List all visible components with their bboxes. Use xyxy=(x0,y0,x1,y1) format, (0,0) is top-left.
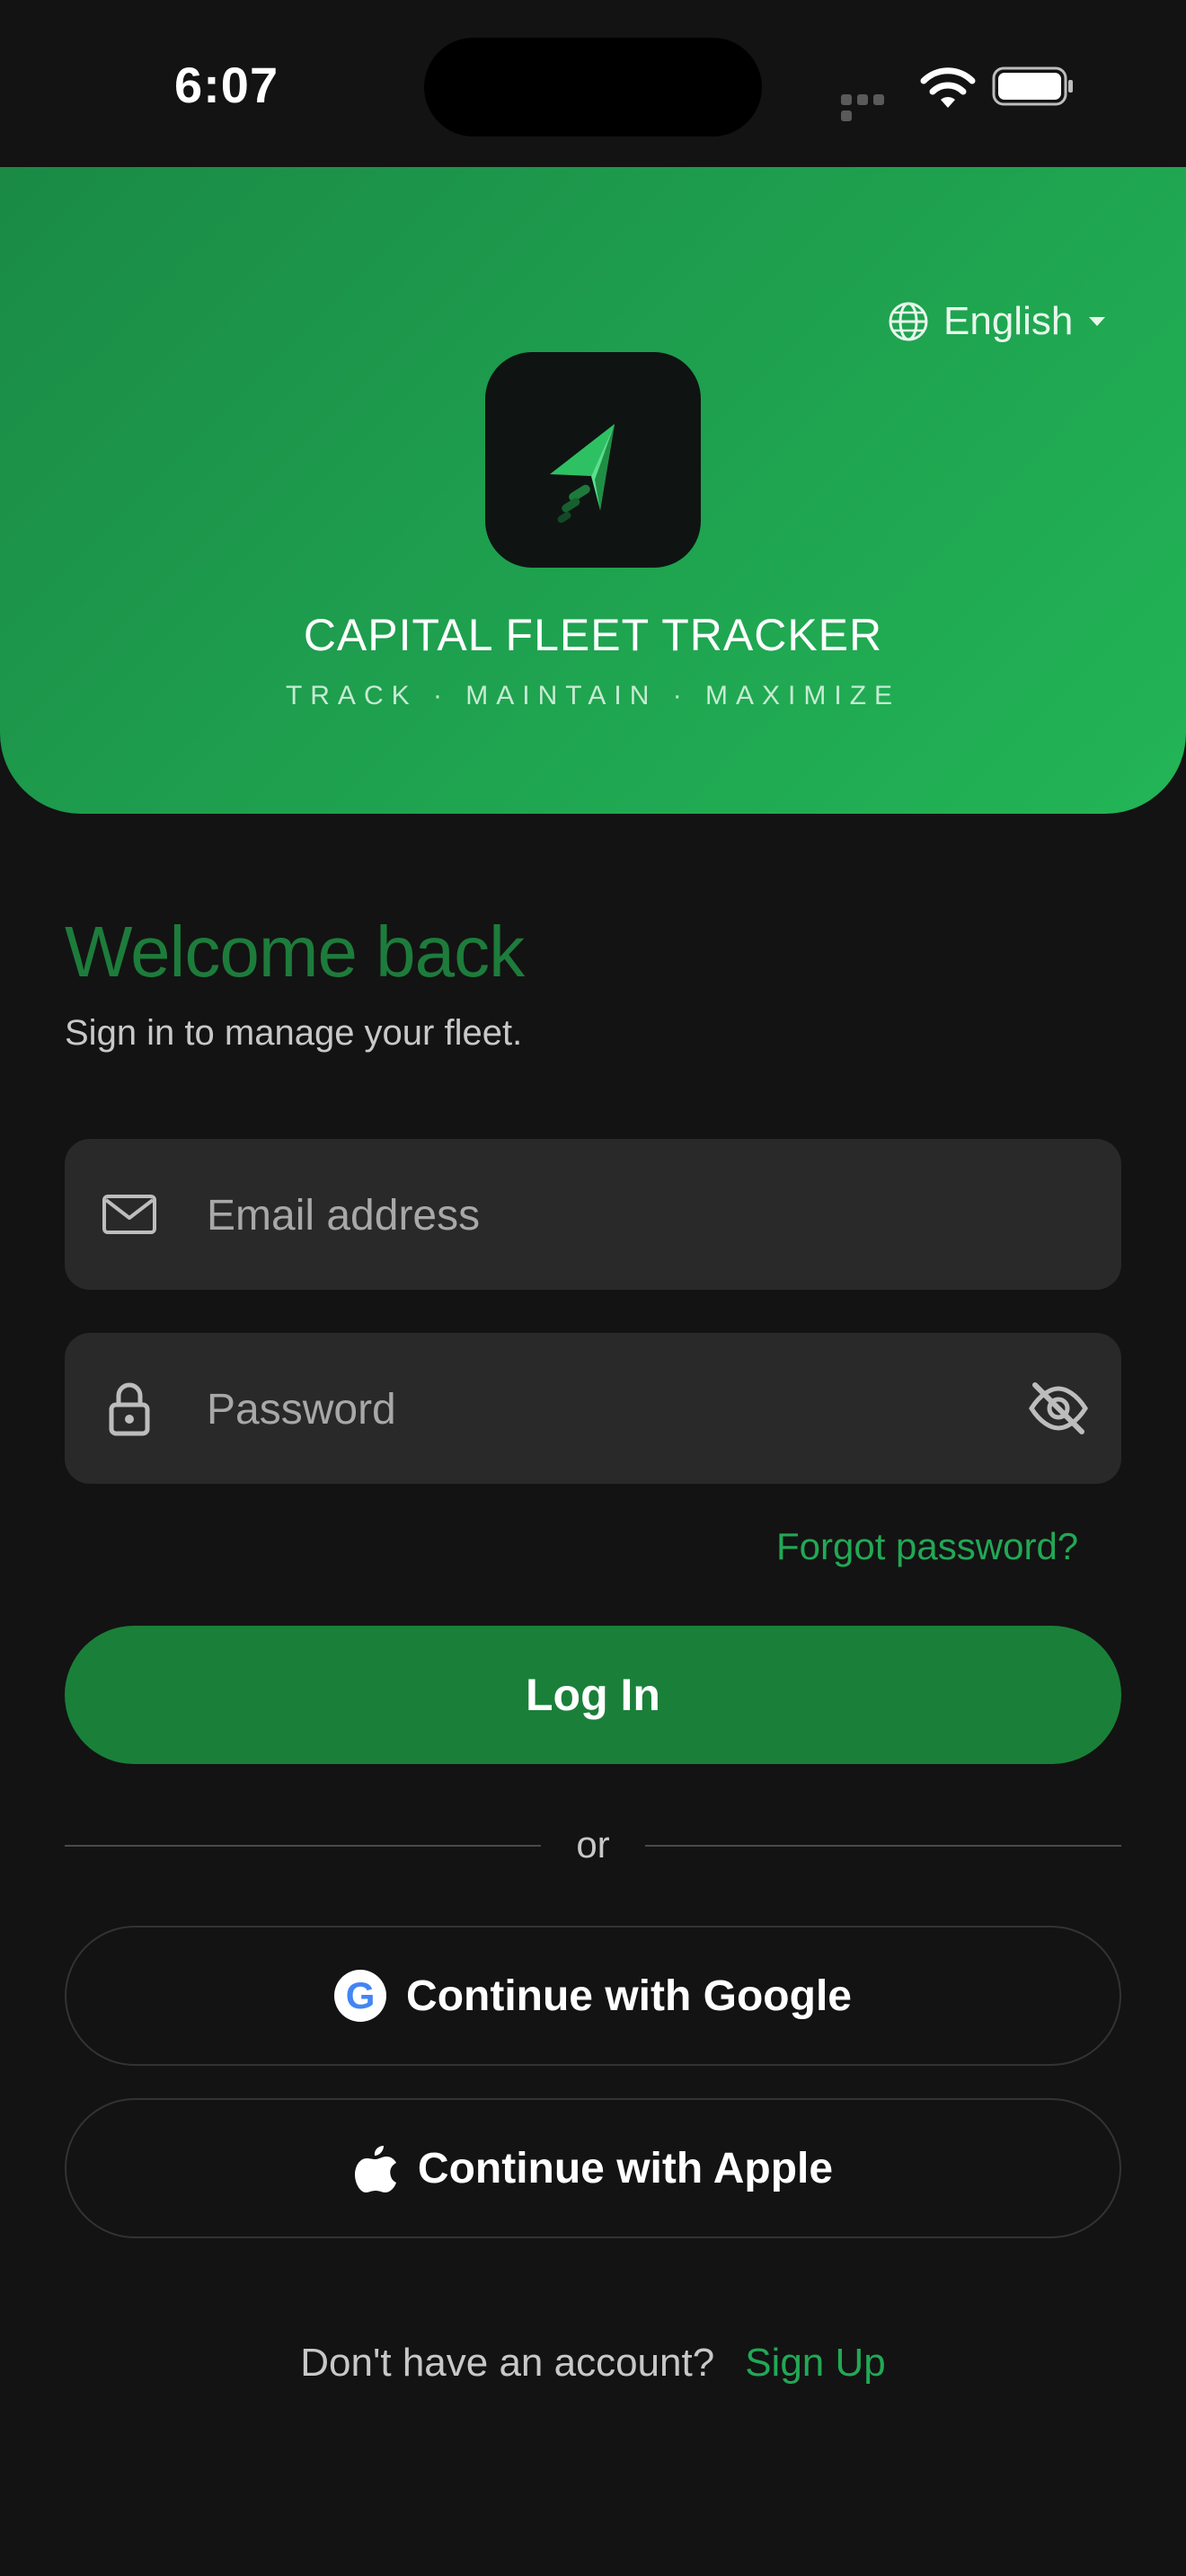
google-button-label: Continue with Google xyxy=(406,1972,852,2020)
language-selector[interactable]: English xyxy=(888,296,1107,347)
divider-label: or xyxy=(576,1823,610,1866)
paper-plane-icon xyxy=(550,424,615,524)
google-signin-button[interactable]: G Continue with Google xyxy=(65,1926,1121,2066)
app-logo xyxy=(485,352,701,568)
status-time: 6:07 xyxy=(174,57,279,113)
apple-button-label: Continue with Apple xyxy=(417,2144,834,2192)
login-button[interactable]: Log In xyxy=(65,1626,1121,1764)
welcome-title: Welcome back xyxy=(65,912,525,992)
email-input[interactable] xyxy=(205,1139,1017,1292)
divider-line-right xyxy=(645,1845,1121,1847)
apple-icon xyxy=(354,2146,396,2192)
wifi-icon xyxy=(920,67,976,108)
welcome-subtitle: Sign in to manage your fleet. xyxy=(65,1013,523,1053)
eye-off-icon[interactable] xyxy=(1026,1376,1091,1441)
brand-name: CAPITAL FLEET TRACKER xyxy=(303,610,883,660)
signup-row: Don't have an account? Sign Up xyxy=(0,2341,1186,2386)
brand-tagline: TRACK · MAINTAIN · MAXIMIZE xyxy=(285,681,901,710)
language-label: English xyxy=(943,299,1074,343)
password-input[interactable] xyxy=(205,1333,1017,1486)
caret-down-icon xyxy=(1089,317,1106,326)
google-icon-letter: G xyxy=(345,1974,376,2016)
email-field[interactable] xyxy=(65,1139,1121,1292)
signup-link[interactable]: Sign Up xyxy=(745,2341,886,2385)
lock-icon xyxy=(109,1382,150,1436)
battery-icon xyxy=(992,66,1073,106)
cellular-icon xyxy=(841,93,904,121)
divider-line-left xyxy=(65,1845,541,1847)
forgot-password-link[interactable]: Forgot password? xyxy=(776,1525,1078,1568)
apple-signin-button[interactable]: Continue with Apple xyxy=(65,2098,1121,2238)
password-field[interactable] xyxy=(65,1333,1121,1486)
mail-icon xyxy=(102,1195,156,1234)
globe-icon xyxy=(889,302,928,341)
google-icon: G xyxy=(334,1970,387,2022)
dynamic-island xyxy=(424,38,762,137)
signup-question: Don't have an account? xyxy=(300,2341,715,2385)
